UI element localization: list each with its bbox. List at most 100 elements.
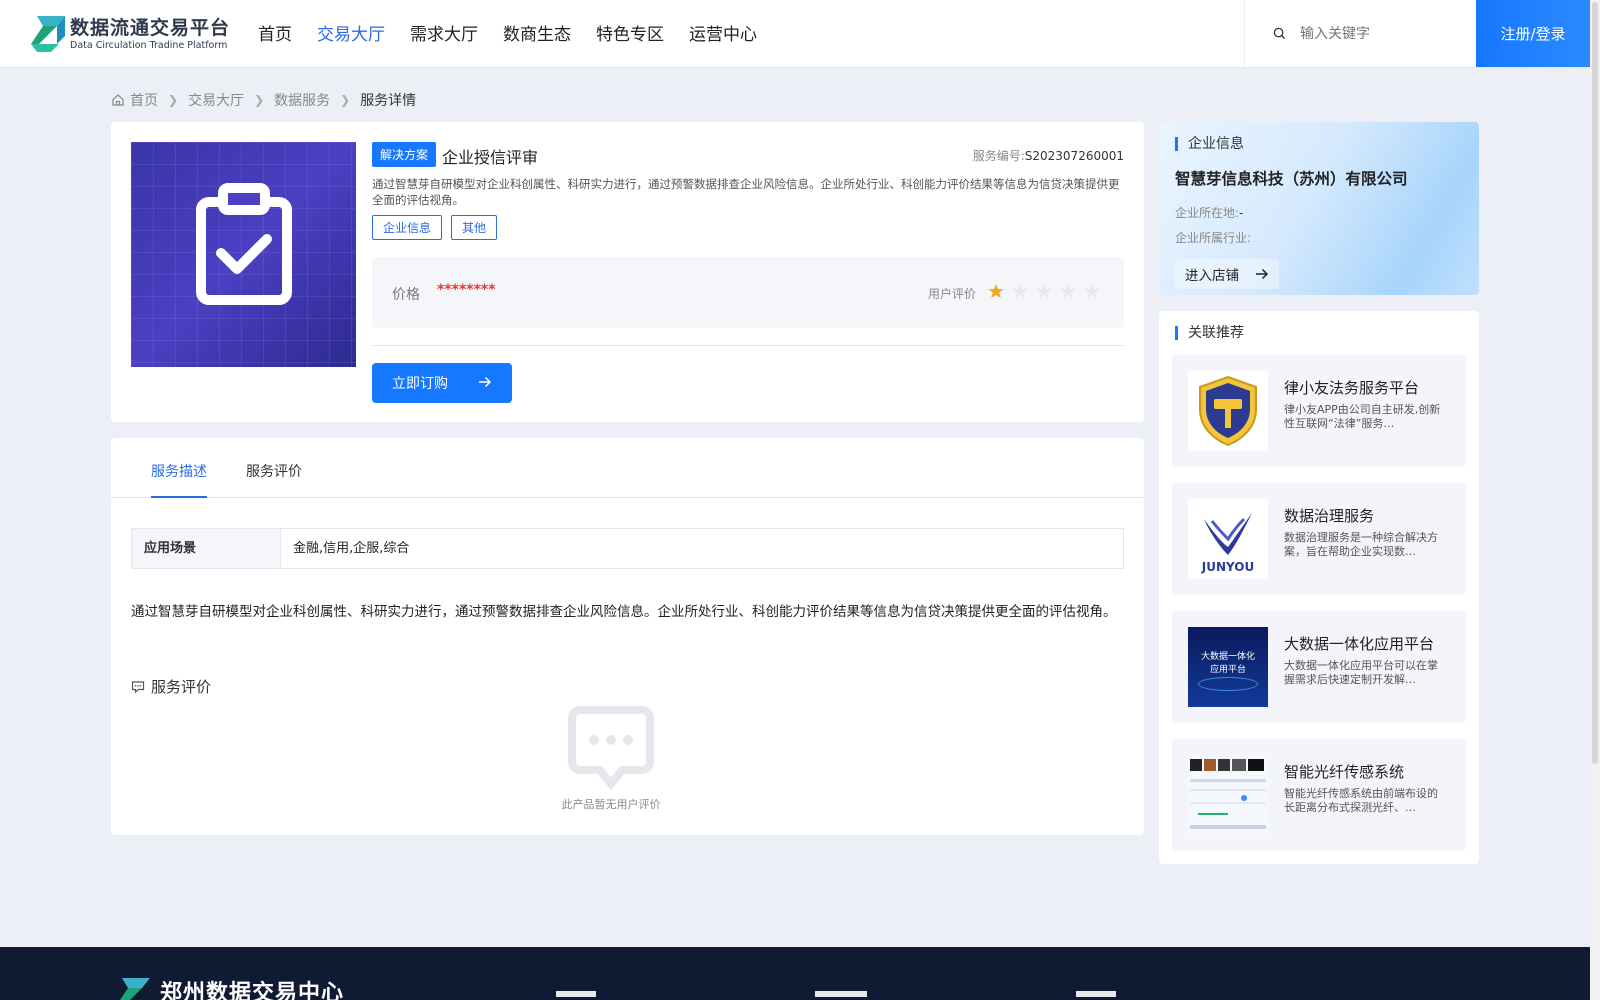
nav-demand-hall[interactable]: 需求大厅	[410, 0, 478, 67]
related-item[interactable]: 智能光纤传感系统 智能光纤传感系统由前端布设的长距离分布式探测光纤、…	[1172, 739, 1466, 851]
buy-now-label: 立即订购	[392, 376, 448, 392]
related-thumbnail: JUNYOU	[1188, 499, 1268, 579]
star-empty-icon	[1060, 284, 1076, 298]
arrow-right-icon	[1256, 268, 1269, 280]
related-desc: 大数据一体化应用平台可以在掌握需求后快速定制开发解…	[1284, 659, 1438, 686]
product-description: 通过智慧芽自研模型对企业科创属性、科研实力进行，通过预警数据排查企业风险信息。企…	[372, 177, 1120, 207]
shield-gavel-icon	[1188, 371, 1268, 451]
related-item[interactable]: 律小友法务服务平台 律小友APP由公司自主研发,创新性互联网“法律”服务…	[1172, 355, 1466, 467]
logo-title: 数据流通交易平台	[70, 16, 231, 39]
footer: 郑州数据交易中心	[0, 947, 1590, 1000]
company-location-value: -	[1239, 206, 1244, 220]
clipboard-check-icon	[196, 183, 292, 305]
site-logo[interactable]: 数据流通交易平台 Data Circulation Tradine Platfo…	[29, 14, 230, 54]
tag-other[interactable]: 其他	[451, 215, 498, 240]
nav-home[interactable]: 首页	[258, 0, 292, 67]
company-section-title: 企业信息	[1175, 137, 1244, 151]
logo-mark-icon	[31, 16, 65, 52]
chevron-right-icon: ❯	[168, 93, 179, 107]
price-label: 价格	[392, 287, 420, 303]
related-desc: 数据治理服务是一种综合解决方案，旨在帮助企业实现数…	[1284, 531, 1438, 558]
spec-table: 应用场景 金融,信用,企服,综合	[131, 528, 1124, 569]
footer-column-heading	[556, 991, 596, 997]
nav-ecosystem[interactable]: 数商生态	[503, 0, 571, 67]
star-empty-icon	[1036, 284, 1052, 298]
buy-now-button[interactable]: 立即订购	[372, 363, 512, 403]
company-name[interactable]: 智慧芽信息科技（苏州）有限公司	[1175, 167, 1408, 189]
company-location-label: 企业所在地:	[1175, 206, 1240, 220]
breadcrumb-data-service[interactable]: 数据服务	[274, 90, 330, 110]
service-number: 服务编号:S202307260001	[973, 147, 1124, 164]
company-card: 企业信息 智慧芽信息科技（苏州）有限公司 企业所在地:- 企业所属行业: 进入店…	[1159, 122, 1479, 295]
star-empty-icon	[1012, 284, 1028, 298]
page-scrollbar[interactable]	[1590, 0, 1600, 1000]
junyou-logo-icon: JUNYOU	[1188, 499, 1268, 579]
type-tag: 解决方案	[372, 142, 437, 167]
empty-review: 此产品暂无用户评价	[551, 704, 671, 812]
product-image	[131, 142, 356, 367]
nav-trading-hall[interactable]: 交易大厅	[317, 0, 385, 67]
product-tags: 企业信息 其他	[372, 215, 506, 240]
rating-stars	[980, 283, 1100, 299]
main-nav: 首页 交易大厅 需求大厅 数商生态 特色专区 运营中心	[258, 0, 782, 67]
related-thumbnail	[1188, 755, 1268, 835]
footer-logo: 郑州数据交易中心	[114, 975, 344, 1000]
footer-title: 郑州数据交易中心	[160, 981, 345, 1000]
divider	[372, 345, 1124, 346]
search-icon[interactable]	[1273, 27, 1286, 40]
scrollbar-thumb[interactable]	[1592, 2, 1598, 764]
enter-store-button[interactable]: 进入店铺	[1175, 259, 1279, 289]
thumb-caption: 大数据一体化应用平台	[1200, 652, 1255, 675]
star-empty-icon	[1084, 284, 1100, 298]
detail-text: 通过智慧芽自研模型对企业科创属性、科研实力进行，通过预警数据排查企业风险信息。企…	[131, 604, 1117, 620]
home-icon	[112, 94, 124, 106]
product-card: 解决方案 企业授信评审 服务编号:S202307260001 通过智慧芽自研模型…	[111, 122, 1144, 422]
related-desc: 智能光纤传感系统由前端布设的长距离分布式探测光纤、…	[1284, 787, 1438, 814]
detail-card: 服务描述 服务评价 应用场景 金融,信用,企服,综合 通过智慧芽自研模型对企业科…	[111, 438, 1144, 835]
related-title: 智能光纤传感系统	[1284, 763, 1405, 781]
footer-column-heading	[815, 991, 867, 997]
junyou-logo-text: JUNYOU	[1201, 560, 1254, 574]
related-thumbnail: 大数据一体化应用平台	[1188, 627, 1268, 707]
chevron-right-icon: ❯	[254, 93, 265, 107]
company-location: 企业所在地:-	[1175, 204, 1243, 221]
arrow-right-icon	[479, 376, 492, 388]
review-heading: 服务评价	[131, 676, 211, 697]
breadcrumb-current: 服务详情	[360, 93, 417, 109]
related-title: 数据治理服务	[1284, 507, 1375, 525]
breadcrumb-home[interactable]: 首页	[130, 90, 158, 110]
star-filled-icon	[988, 284, 1004, 298]
service-number-value: S202307260001	[1024, 149, 1124, 163]
empty-comment-icon	[568, 706, 654, 791]
price-box: 价格 ******** 用户评价	[372, 257, 1124, 328]
empty-review-text: 此产品暂无用户评价	[561, 798, 661, 811]
spec-key: 应用场景	[132, 529, 281, 568]
related-item[interactable]: 大数据一体化应用平台 大数据一体化应用平台 大数据一体化应用平台可以在掌握需求后…	[1172, 611, 1466, 723]
nav-operations-center[interactable]: 运营中心	[689, 0, 757, 67]
tab-service-review[interactable]: 服务评价	[246, 438, 302, 498]
search-input[interactable]	[1300, 25, 1460, 42]
login-register-button[interactable]: 注册/登录	[1476, 0, 1590, 67]
top-header: 数据流通交易平台 Data Circulation Tradine Platfo…	[0, 0, 1600, 67]
search-box	[1244, 0, 1476, 67]
related-section-title: 关联推荐	[1175, 326, 1244, 340]
nav-special-zone[interactable]: 特色专区	[596, 0, 664, 67]
tag-company-info[interactable]: 企业信息	[372, 215, 443, 240]
enter-store-label: 进入店铺	[1185, 268, 1239, 284]
rating-label: 用户评价	[927, 287, 976, 301]
related-title: 律小友法务服务平台	[1284, 379, 1420, 397]
detail-tabs: 服务描述 服务评价	[111, 438, 1144, 498]
price-value: ********	[437, 282, 496, 298]
related-thumbnail	[1188, 371, 1268, 451]
product-title: 企业授信评审	[442, 148, 539, 167]
related-title: 大数据一体化应用平台	[1284, 635, 1435, 653]
review-title: 服务评价	[151, 678, 212, 696]
breadcrumb-trading-hall[interactable]: 交易大厅	[188, 90, 244, 110]
comment-icon	[131, 680, 145, 693]
logo-subtitle: Data Circulation Tradine Platform	[70, 39, 228, 51]
related-desc: 律小友APP由公司自主研发,创新性互联网“法律”服务…	[1284, 403, 1441, 430]
related-card: 关联推荐 律小友法务服务平台 律小友APP由公司自主研发,创新性互联网“法律”服…	[1159, 311, 1479, 864]
tab-service-description[interactable]: 服务描述	[151, 438, 207, 498]
related-item[interactable]: JUNYOU 数据治理服务 数据治理服务是一种综合解决方案，旨在帮助企业实现数…	[1172, 483, 1466, 595]
company-industry: 企业所属行业:	[1175, 229, 1251, 246]
